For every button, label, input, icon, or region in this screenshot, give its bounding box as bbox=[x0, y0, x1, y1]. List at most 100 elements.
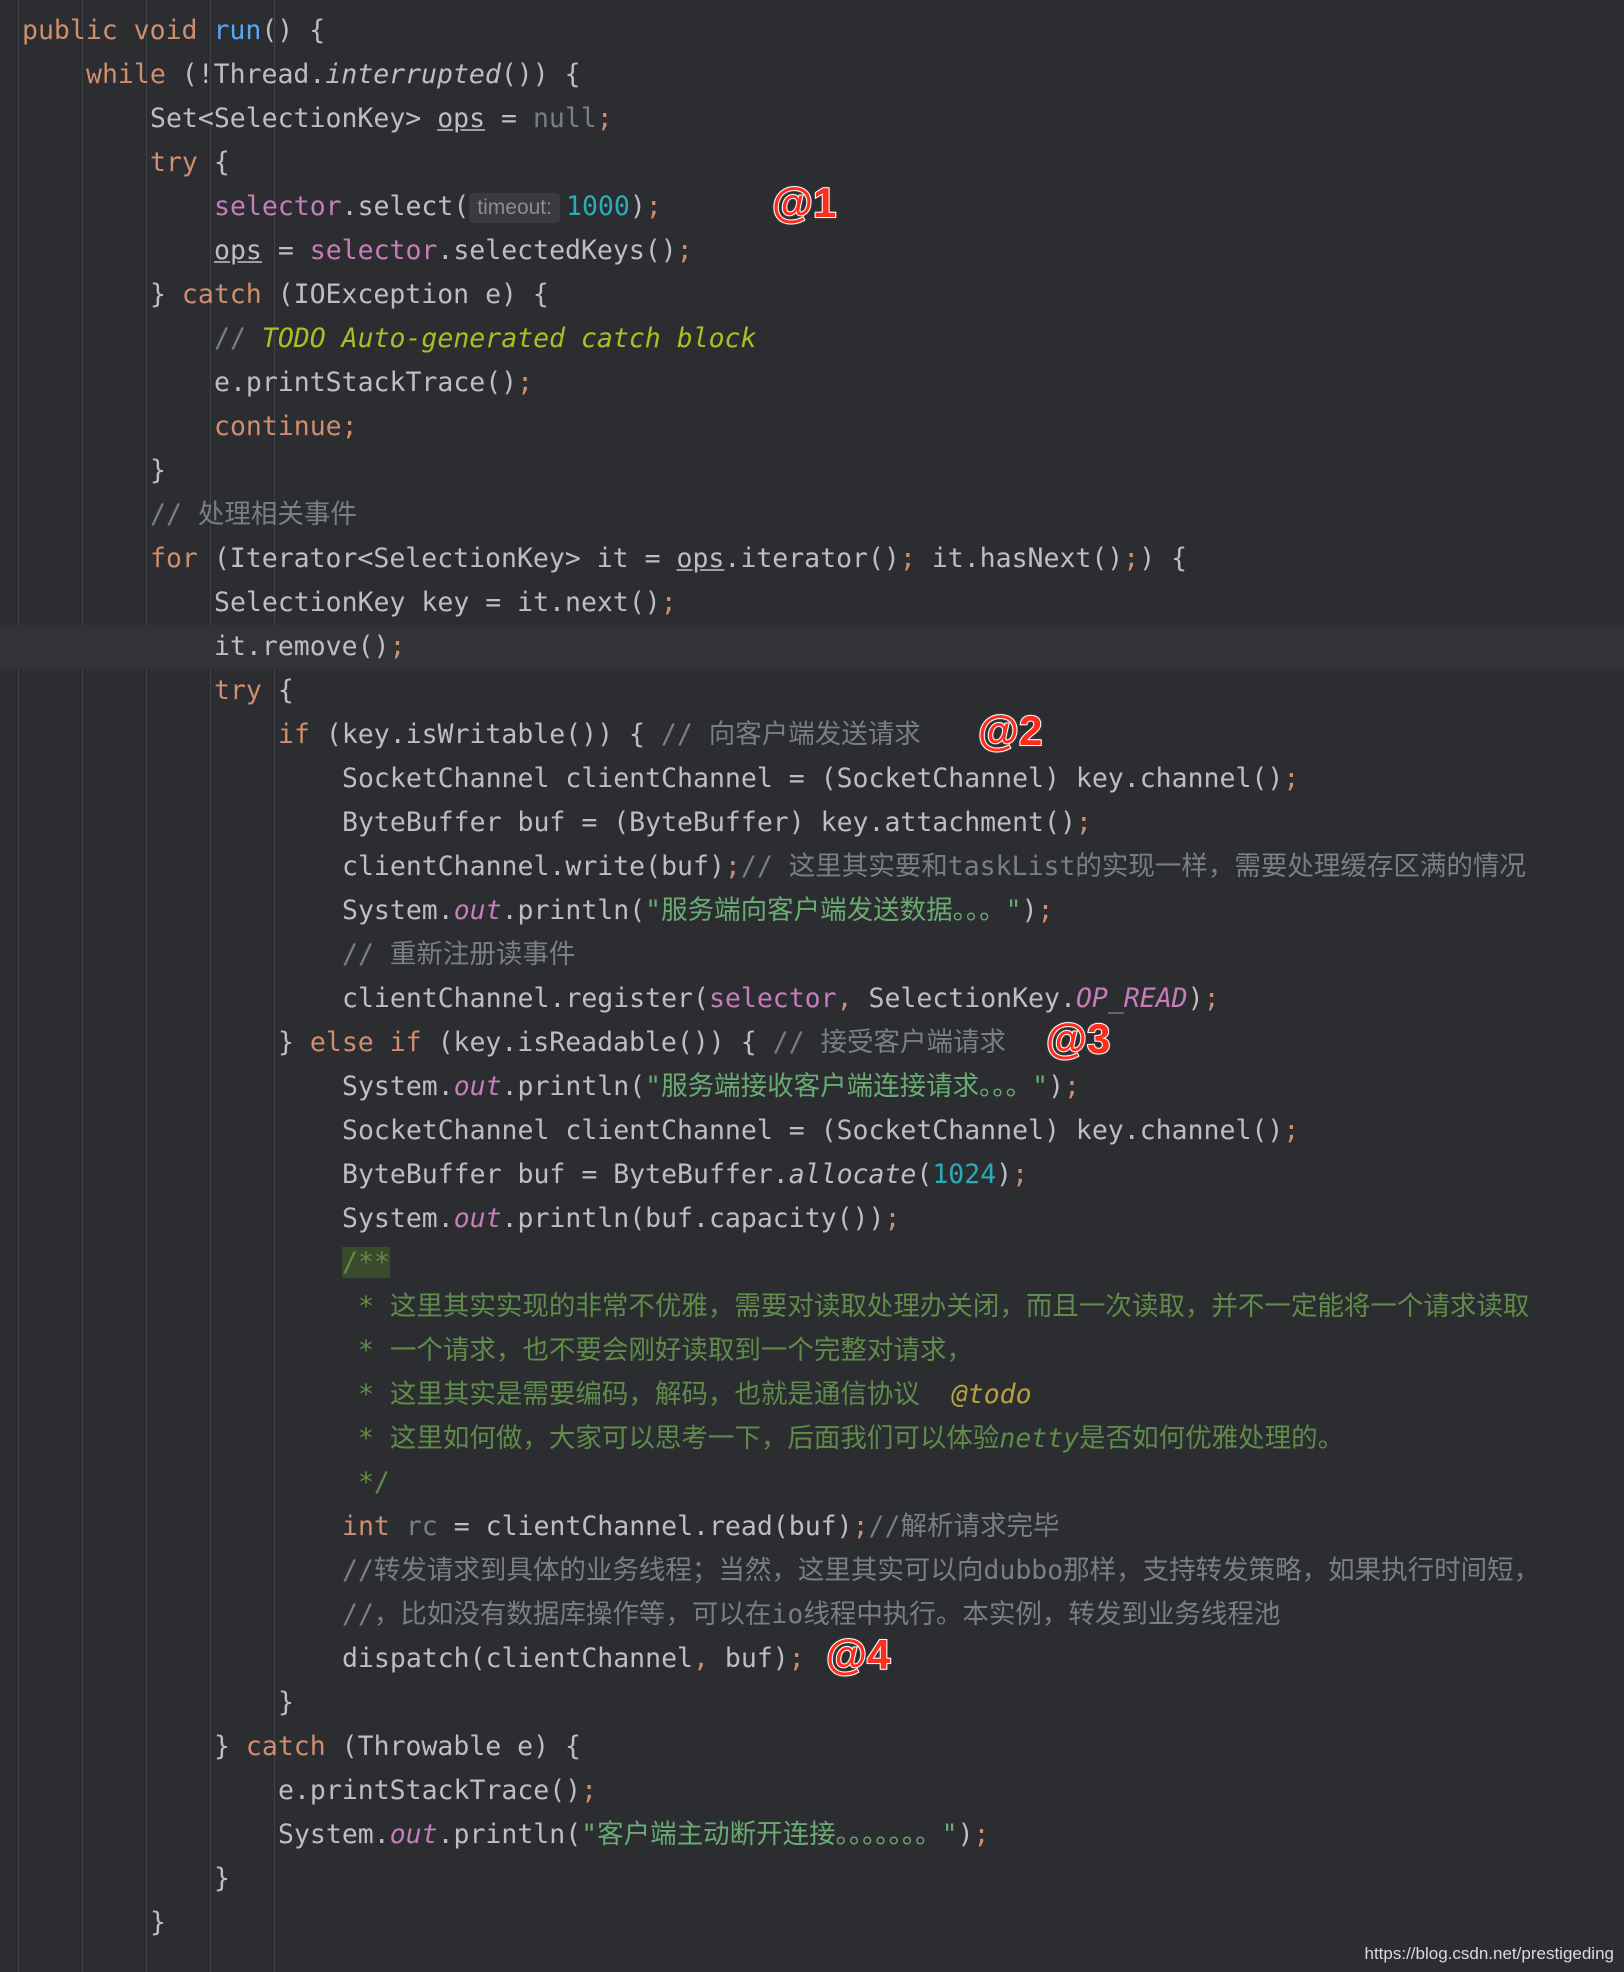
code-token: SocketChannel clientChannel = (SocketCha… bbox=[342, 1115, 1284, 1146]
code-line[interactable]: ByteBuffer buf = (ByteBuffer) key.attach… bbox=[0, 801, 1624, 845]
code-line[interactable]: Set<SelectionKey> ops = null; bbox=[0, 97, 1624, 141]
code-token: "服务端接收客户端连接请求。。。" bbox=[645, 1071, 1049, 1102]
code-token: } bbox=[278, 1687, 294, 1718]
code-line[interactable]: /** bbox=[0, 1241, 1624, 1285]
code-line[interactable]: * 这里如何做，大家可以思考一下，后面我们可以体验netty是否如何优雅处理的。 bbox=[0, 1417, 1624, 1461]
code-line[interactable]: // 重新注册读事件 bbox=[0, 933, 1624, 977]
code-token: } bbox=[214, 1863, 230, 1894]
code-token: Set<SelectionKey> bbox=[150, 103, 438, 134]
code-token: ; bbox=[899, 543, 932, 574]
code-token: out bbox=[453, 895, 502, 926]
code-token: ByteBuffer buf = ByteBuffer. bbox=[342, 1159, 789, 1190]
code-token: null bbox=[532, 103, 597, 134]
code-line[interactable]: } bbox=[0, 449, 1624, 493]
code-line[interactable]: System.out.println("服务端接收客户端连接请求。。。"); bbox=[0, 1065, 1624, 1109]
code-line[interactable]: SocketChannel clientChannel = (SocketCha… bbox=[0, 757, 1624, 801]
code-line[interactable]: * 一个请求，也不要会刚好读取到一个完整对请求， bbox=[0, 1329, 1624, 1373]
code-token: allocate bbox=[788, 1159, 917, 1190]
code-line[interactable]: ops = selector.selectedKeys(); bbox=[0, 229, 1624, 273]
code-line[interactable]: } catch (Throwable e) { bbox=[0, 1725, 1624, 1769]
code-line[interactable]: System.out.println(buf.capacity()); bbox=[0, 1197, 1624, 1241]
code-token: ; bbox=[1283, 1115, 1300, 1146]
code-token: OP_READ bbox=[1075, 983, 1188, 1014]
code-token: System. bbox=[342, 895, 454, 926]
code-line[interactable]: } bbox=[0, 1901, 1624, 1945]
code-token: .println( bbox=[501, 895, 646, 926]
code-token: // 处理相关事件 bbox=[150, 499, 357, 530]
code-token: ; bbox=[1075, 807, 1092, 838]
code-line[interactable]: continue; bbox=[0, 405, 1624, 449]
code-token: netty bbox=[999, 1423, 1080, 1454]
code-token: //，比如没有数据库操作等，可以在io线程中执行。本实例，转发到业务线程池 bbox=[342, 1599, 1281, 1630]
code-token: public void bbox=[22, 15, 214, 46]
code-line[interactable]: int rc = clientChannel.read(buf);//解析请求完… bbox=[0, 1505, 1624, 1549]
code-token: 是否如何优雅处理的。 bbox=[1079, 1423, 1345, 1454]
code-line[interactable]: } catch (IOException e) { bbox=[0, 273, 1624, 317]
code-line[interactable]: System.out.println("服务端向客户端发送数据。。。"); bbox=[0, 889, 1624, 933]
code-line[interactable]: for (Iterator<SelectionKey> it = ops.ite… bbox=[0, 537, 1624, 581]
code-token: ; bbox=[645, 191, 662, 222]
code-line[interactable]: clientChannel.write(buf);// 这里其实要和taskLi… bbox=[0, 845, 1624, 889]
code-token: out bbox=[453, 1071, 502, 1102]
code-token: SocketChannel clientChannel = (SocketCha… bbox=[342, 763, 1284, 794]
code-token: } bbox=[278, 1027, 310, 1058]
code-token: ; bbox=[1203, 983, 1220, 1014]
code-line[interactable]: e.printStackTrace(); bbox=[0, 361, 1624, 405]
code-line[interactable]: // TODO Auto-generated catch block bbox=[0, 317, 1624, 361]
code-token: buf) bbox=[724, 1643, 789, 1674]
code-line[interactable]: it.remove(); bbox=[0, 625, 1624, 669]
code-token: it.remove() bbox=[214, 631, 390, 662]
code-token: 1000 bbox=[565, 191, 630, 222]
code-token: ; bbox=[1064, 1071, 1081, 1102]
code-line[interactable]: clientChannel.register(selector, Selecti… bbox=[0, 977, 1624, 1021]
code-line[interactable]: */ bbox=[0, 1461, 1624, 1505]
code-token: //转发请求到具体的业务线程；当然，这里其实可以向dubbo那样，支持转发策略，… bbox=[342, 1555, 1541, 1586]
code-token: System. bbox=[342, 1071, 454, 1102]
code-token: // 接受客户端请求 bbox=[772, 1027, 1006, 1058]
code-token: while bbox=[86, 59, 182, 90]
code-line[interactable]: } bbox=[0, 1681, 1624, 1725]
code-token: ops bbox=[676, 543, 725, 574]
code-line[interactable]: System.out.println("客户端主动断开连接。。。。。。。"); bbox=[0, 1813, 1624, 1857]
code-token: "服务端向客户端发送数据。。。" bbox=[645, 895, 1022, 926]
code-line[interactable]: public void run() { bbox=[0, 9, 1624, 53]
code-token: } bbox=[150, 1907, 166, 1938]
code-line[interactable]: //转发请求到具体的业务线程；当然，这里其实可以向dubbo那样，支持转发策略，… bbox=[0, 1549, 1624, 1593]
code-line[interactable]: //，比如没有数据库操作等，可以在io线程中执行。本实例，转发到业务线程池 bbox=[0, 1593, 1624, 1637]
code-line[interactable]: dispatch(clientChannel, buf); bbox=[0, 1637, 1624, 1681]
code-token: = bbox=[261, 235, 310, 266]
code-token: ByteBuffer buf = (ByteBuffer) key.attach… bbox=[342, 807, 1076, 838]
parameter-hint: timeout: bbox=[469, 193, 560, 223]
code-token: ops bbox=[437, 103, 486, 134]
code-line[interactable]: } bbox=[0, 1857, 1624, 1901]
code-token: * 一个请求，也不要会刚好读取到一个完整对请求， bbox=[342, 1335, 973, 1366]
code-line[interactable]: // 处理相关事件 bbox=[0, 493, 1624, 537]
code-token: .iterator() bbox=[724, 543, 900, 574]
code-token: ; bbox=[1037, 895, 1054, 926]
code-line[interactable]: } else if (key.isReadable()) { // 接受客户端请… bbox=[0, 1021, 1624, 1065]
code-token: { bbox=[277, 675, 294, 706]
code-token: = clientChannel.read(buf) bbox=[437, 1511, 853, 1542]
code-line[interactable]: try { bbox=[0, 669, 1624, 713]
code-token: ) bbox=[957, 1819, 974, 1850]
code-token: /** bbox=[342, 1247, 390, 1278]
code-line[interactable]: SocketChannel clientChannel = (SocketCha… bbox=[0, 1109, 1624, 1153]
code-line[interactable]: * 这里其实实现的非常不优雅，需要对读取处理办关闭，而且一次读取，并不一定能将一… bbox=[0, 1285, 1624, 1329]
code-token: .println( bbox=[437, 1819, 582, 1850]
code-token: (!Thread. bbox=[181, 59, 326, 90]
code-editor[interactable]: public void run() {while (!Thread.interr… bbox=[0, 0, 1624, 1972]
code-line[interactable]: SelectionKey key = it.next(); bbox=[0, 581, 1624, 625]
code-token: System. bbox=[342, 1203, 454, 1234]
annotation-marker: @4 bbox=[825, 1630, 891, 1679]
code-token: * 这里如何做，大家可以思考一下，后面我们可以体验 bbox=[342, 1423, 1000, 1454]
code-line[interactable]: * 这里其实是需要编码，解码，也就是通信协议 @todo bbox=[0, 1373, 1624, 1417]
code-line[interactable]: if (key.isWritable()) { // 向客户端发送请求 bbox=[0, 713, 1624, 757]
code-token: ; bbox=[973, 1819, 990, 1850]
code-token: ( bbox=[916, 1159, 933, 1190]
code-line[interactable]: while (!Thread.interrupted()) { bbox=[0, 53, 1624, 97]
code-token: rc bbox=[405, 1511, 438, 1542]
code-line[interactable]: ByteBuffer buf = ByteBuffer.allocate(102… bbox=[0, 1153, 1624, 1197]
code-line[interactable]: e.printStackTrace(); bbox=[0, 1769, 1624, 1813]
code-token: { bbox=[213, 147, 230, 178]
code-token: ; bbox=[676, 235, 693, 266]
